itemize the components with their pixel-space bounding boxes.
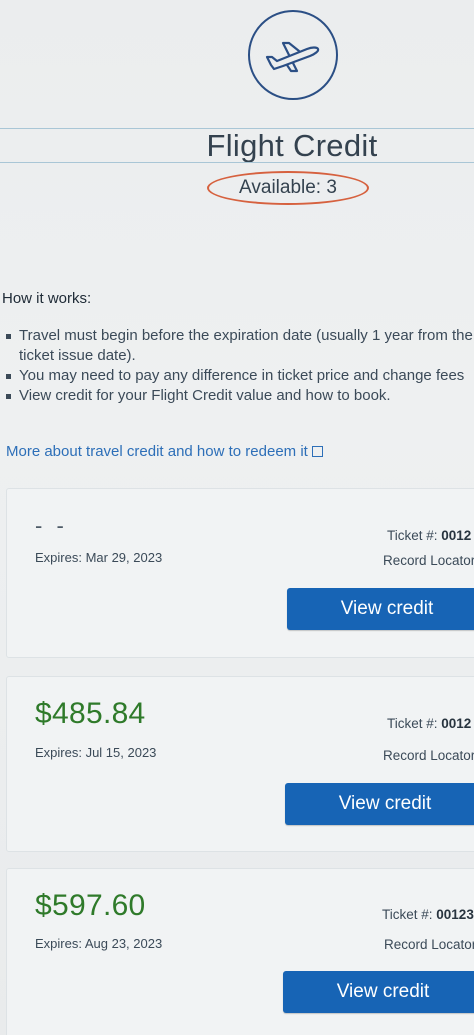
- header-divider-bottom: [0, 162, 474, 163]
- record-locator-label: Record Locator: [383, 748, 474, 763]
- available-count-label: Available: 3: [239, 177, 337, 198]
- record-locator-label: Record Locator: [384, 937, 474, 952]
- ticket-label: Ticket #:: [382, 907, 433, 922]
- more-about-travel-credit-link[interactable]: More about travel credit and how to rede…: [6, 443, 323, 460]
- list-item-text-continued: ticket issue date).: [19, 347, 136, 364]
- credit-card: $485.84 Expires: Jul 15, 2023 Ticket #: …: [6, 676, 474, 852]
- ticket-value: 00123: [436, 907, 474, 922]
- credit-amount: - -: [35, 513, 68, 538]
- ticket-value: 0012: [441, 716, 472, 731]
- credit-expires: Expires: Jul 15, 2023: [35, 745, 157, 760]
- view-credit-button[interactable]: View credit: [285, 783, 474, 825]
- ticket-label: Ticket #:: [387, 528, 438, 543]
- page-title: Flight Credit: [206, 128, 378, 163]
- flight-credit-page: Flight Credit Available: 3 How it works:…: [0, 0, 474, 1035]
- available-count: Available: 3: [207, 171, 369, 205]
- list-item: View credit for your Flight Credit value…: [4, 386, 474, 406]
- credit-amount: $597.60: [35, 889, 146, 922]
- ticket-value: 0012: [441, 528, 472, 543]
- external-link-icon: [311, 446, 323, 457]
- how-it-works-heading: How it works:: [2, 290, 92, 307]
- list-item: Travel must begin before the expiration …: [4, 326, 474, 366]
- airplane-icon: [248, 10, 338, 100]
- credit-card: - - Expires: Mar 29, 2023 Ticket #: 0012…: [6, 488, 474, 658]
- credit-card: $597.60 Expires: Aug 23, 2023 Ticket #: …: [6, 868, 474, 1035]
- view-credit-button[interactable]: View credit: [287, 588, 474, 630]
- list-item: You may need to pay any difference in ti…: [4, 366, 474, 386]
- list-item-text: View credit for your Flight Credit value…: [19, 387, 391, 404]
- credit-expires: Expires: Aug 23, 2023: [35, 936, 163, 951]
- credit-expires: Expires: Mar 29, 2023: [35, 550, 163, 565]
- list-item-text: Travel must begin before the expiration …: [19, 327, 473, 344]
- ticket-number: Ticket #: 0012: [387, 528, 471, 543]
- credit-amount: $485.84: [35, 697, 146, 730]
- more-link-label: More about travel credit and how to rede…: [6, 443, 308, 460]
- list-item-text: You may need to pay any difference in ti…: [19, 367, 465, 384]
- record-locator-label: Record Locator: [383, 553, 474, 568]
- ticket-number: Ticket #: 0012: [387, 716, 471, 731]
- how-it-works-list: Travel must begin before the expiration …: [4, 326, 474, 406]
- view-credit-button[interactable]: View credit: [283, 971, 474, 1013]
- ticket-label: Ticket #:: [387, 716, 438, 731]
- ticket-number: Ticket #: 00123: [382, 907, 474, 922]
